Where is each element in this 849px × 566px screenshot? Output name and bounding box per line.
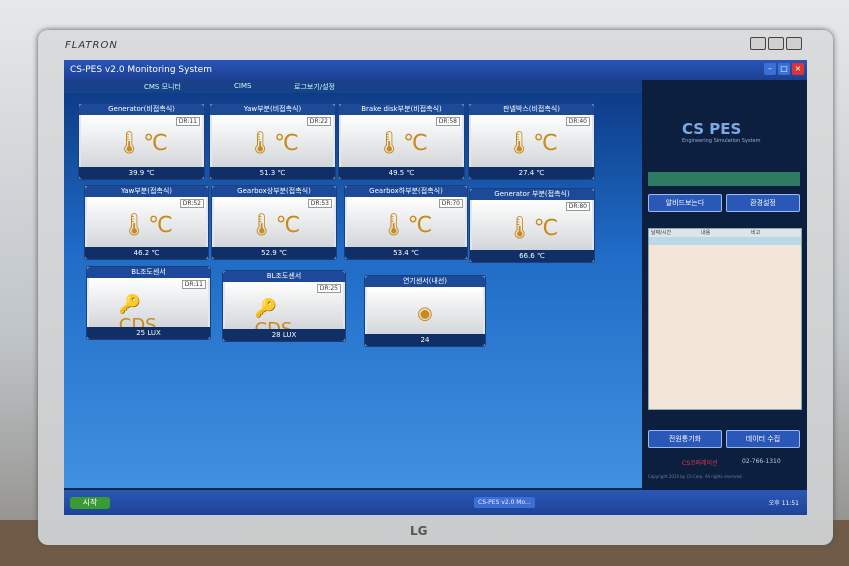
tile-value: 24 bbox=[365, 334, 485, 346]
smoke-sensor-icon: ◉ bbox=[417, 303, 433, 324]
tile-code: DR:11 bbox=[181, 280, 206, 289]
taskbar: 시작 CS-PES v2.0 Mo... 오후 11:51 bbox=[64, 490, 807, 515]
tab-bar: CMS 모니터 CIMS 로그보기/설정 bbox=[64, 80, 644, 93]
grid-header: 날짜/시간 내용 비고 bbox=[649, 229, 801, 237]
clock: 오후 11:51 bbox=[768, 500, 799, 507]
thermometer-icon: 🌡℃ bbox=[505, 131, 558, 156]
company-phone: 02-766-1310 bbox=[742, 458, 781, 465]
sensor-tile[interactable]: 연기센서(내선) ◉ 24 bbox=[364, 275, 486, 347]
alarm-button[interactable]: 알비드보는다 bbox=[648, 194, 722, 212]
taskbar-item[interactable]: CS-PES v2.0 Mo... bbox=[474, 497, 535, 508]
tile-title: Yaw부분(비접촉식) bbox=[210, 104, 335, 115]
window-title: CS-PES v2.0 Monitoring System bbox=[70, 65, 212, 75]
monitor-button-1[interactable] bbox=[750, 37, 766, 50]
tile-title: BL조도센서 bbox=[223, 271, 345, 282]
tile-title: Generator(비접촉식) bbox=[79, 104, 204, 115]
thermometer-icon: 🌡℃ bbox=[115, 131, 168, 156]
cs-subtitle: Engineering Simulation System bbox=[682, 138, 761, 144]
monitor-button-2[interactable] bbox=[768, 37, 784, 50]
tile-value: 53.4 ℃ bbox=[345, 247, 467, 259]
tile-value: 66.6 ℃ bbox=[470, 250, 594, 262]
thermometer-icon: 🌡℃ bbox=[379, 213, 433, 238]
sensor-area: Generator(비접촉식) 🌡℃ DR:11 39.9 ℃ Yaw부분(비접… bbox=[64, 93, 642, 488]
sensor-tile[interactable]: Generator 부분(접촉식) 🌡℃ DR:80 66.6 ℃ bbox=[469, 188, 595, 263]
tile-title: Generator 부분(접촉식) bbox=[470, 189, 594, 200]
tile-value: 52.9 ℃ bbox=[212, 247, 336, 259]
tile-code: DR:58 bbox=[435, 117, 460, 126]
tile-code: DR:22 bbox=[306, 117, 331, 126]
monitor-brand: FLATRON bbox=[65, 40, 118, 51]
maximize-button[interactable]: □ bbox=[778, 63, 790, 75]
thermometer-icon: 🌡℃ bbox=[120, 213, 173, 238]
data-collect-button[interactable]: 데이터 수집 bbox=[726, 430, 800, 448]
window-titlebar: CS-PES v2.0 Monitoring System – □ × bbox=[64, 60, 807, 80]
cs-logo: CS PES bbox=[682, 120, 742, 138]
grid-header-cell: 비고 bbox=[751, 230, 761, 236]
thermometer-icon: 🌡℃ bbox=[505, 216, 559, 241]
tile-value: 39.9 ℃ bbox=[79, 167, 204, 179]
tile-value: 25 LUX bbox=[87, 327, 210, 339]
thermometer-icon: 🌡℃ bbox=[247, 213, 301, 238]
tile-value: 46.2 ℃ bbox=[85, 247, 208, 259]
tile-title: 연기센서(내선) bbox=[365, 276, 485, 287]
grid-header-cell: 내용 bbox=[701, 230, 711, 236]
tile-code: DR:52 bbox=[179, 199, 204, 208]
sensor-tile[interactable]: Gearbox상부분(접촉식) 🌡℃ DR:53 52.9 ℃ bbox=[211, 185, 337, 260]
thermometer-icon: 🌡℃ bbox=[375, 131, 428, 156]
sensor-tile[interactable]: Brake disk부분(비접촉식) 🌡℃ DR:58 49.5 ℃ bbox=[338, 103, 465, 180]
tile-title: Gearbox하부분(접촉식) bbox=[345, 186, 467, 197]
sensor-tile[interactable]: BL조도센서 🔑CDS DR:25 28 LUX bbox=[222, 270, 346, 342]
tile-title: BL조도센서 bbox=[87, 267, 210, 278]
tile-code: DR:40 bbox=[565, 117, 590, 126]
tile-title: 판넬박스(비접촉식) bbox=[469, 104, 594, 115]
tile-body: ◉ bbox=[367, 287, 483, 334]
tile-code: DR:70 bbox=[438, 199, 463, 208]
sensor-tile[interactable]: Yaw부분(비접촉식) 🌡℃ DR:22 51.3 ℃ bbox=[209, 103, 336, 180]
tile-value: 49.5 ℃ bbox=[339, 167, 464, 179]
start-button[interactable]: 시작 bbox=[70, 497, 110, 509]
sensor-tile[interactable]: Gearbox하부분(접촉식) 🌡℃ DR:70 53.4 ℃ bbox=[344, 185, 468, 260]
event-grid: 날짜/시간 내용 비고 bbox=[648, 228, 802, 410]
tile-title: Gearbox상부분(접촉식) bbox=[212, 186, 336, 197]
tab-cims[interactable]: CIMS bbox=[234, 82, 251, 90]
minimize-button[interactable]: – bbox=[764, 63, 776, 75]
monitor-maker-logo: LG bbox=[410, 524, 428, 538]
sensor-tile[interactable]: Generator(비접촉식) 🌡℃ DR:11 39.9 ℃ bbox=[78, 103, 205, 180]
status-bar bbox=[648, 172, 800, 186]
grid-header-cell: 날짜/시간 bbox=[651, 230, 672, 236]
grid-row[interactable] bbox=[649, 237, 801, 245]
tile-code: DR:53 bbox=[307, 199, 332, 208]
tab-cms[interactable]: CMS 모니터 bbox=[144, 82, 181, 92]
settings-button[interactable]: 환경설정 bbox=[726, 194, 800, 212]
tile-code: DR:11 bbox=[175, 117, 200, 126]
monitor-button-3[interactable] bbox=[786, 37, 802, 50]
sensor-tile[interactable]: Yaw부분(접촉식) 🌡℃ DR:52 46.2 ℃ bbox=[84, 185, 209, 260]
tile-code: DR:80 bbox=[565, 202, 590, 211]
thermometer-icon: 🌡℃ bbox=[246, 131, 299, 156]
tile-title: Brake disk부분(비접촉식) bbox=[339, 104, 464, 115]
tile-value: 51.3 ℃ bbox=[210, 167, 335, 179]
sensor-tile[interactable]: 판넬박스(비접촉식) 🌡℃ DR:40 27.4 ℃ bbox=[468, 103, 595, 180]
screen: CS-PES v2.0 Monitoring System – □ × CMS … bbox=[64, 60, 807, 515]
tile-code: DR:25 bbox=[316, 284, 341, 293]
tab-settings[interactable]: 로그보기/설정 bbox=[294, 82, 335, 92]
copyright-text: Copyright 2010 by CS Corp. All rights re… bbox=[648, 474, 743, 479]
tile-title: Yaw부분(접촉식) bbox=[85, 186, 208, 197]
sensor-tile[interactable]: BL조도센서 🔑CDS DR:11 25 LUX bbox=[86, 266, 211, 340]
tile-value: 28 LUX bbox=[223, 329, 345, 341]
power-button[interactable]: 전원통기화 bbox=[648, 430, 722, 448]
tile-value: 27.4 ℃ bbox=[469, 167, 594, 179]
company-name: CS코퍼레이션 bbox=[682, 460, 718, 467]
close-button[interactable]: × bbox=[792, 63, 804, 75]
right-panel: CS PES Engineering Simulation System 알비드… bbox=[642, 80, 807, 490]
